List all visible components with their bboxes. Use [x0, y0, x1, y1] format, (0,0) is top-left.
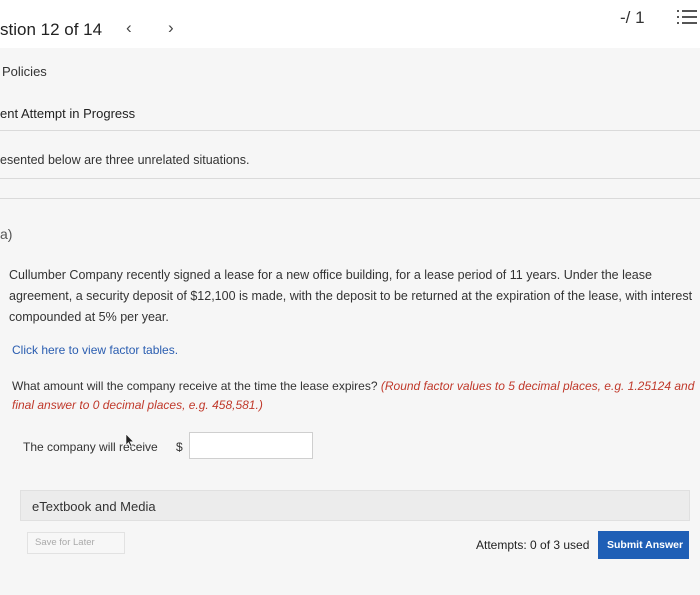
answer-input[interactable]: [189, 432, 313, 459]
divider: [0, 130, 700, 131]
attempts-counter: Attempts: 0 of 3 used: [476, 538, 590, 552]
top-bar: stion 12 of 14 ‹ › -/ 1: [0, 0, 700, 48]
mouse-cursor-icon: [125, 434, 135, 447]
save-for-later-button[interactable]: Save for Later: [27, 532, 125, 554]
list-icon[interactable]: [677, 7, 697, 27]
question-main: What amount will the company receive at …: [12, 379, 381, 393]
question-title: stion 12 of 14: [0, 20, 103, 39]
policies-link[interactable]: Policies: [2, 64, 47, 79]
part-label: a): [0, 226, 13, 242]
attempt-status: ent Attempt in Progress: [0, 106, 136, 121]
chevron-right-icon[interactable]: ›: [168, 18, 174, 38]
etextbook-media-button[interactable]: eTextbook and Media: [20, 490, 690, 521]
factor-tables-link[interactable]: Click here to view factor tables.: [12, 343, 178, 357]
divider: [0, 178, 700, 179]
question-text: What amount will the company receive at …: [12, 377, 700, 415]
intro-text: esented below are three unrelated situat…: [0, 153, 250, 167]
submit-answer-button[interactable]: Submit Answer: [598, 531, 689, 559]
chevron-left-icon[interactable]: ‹: [126, 18, 132, 38]
currency-symbol: $: [176, 440, 183, 454]
answer-label: The company will receive: [23, 440, 158, 454]
score-display: -/ 1: [620, 8, 645, 27]
problem-text: Cullumber Company recently signed a leas…: [9, 268, 693, 324]
divider: [0, 198, 700, 199]
